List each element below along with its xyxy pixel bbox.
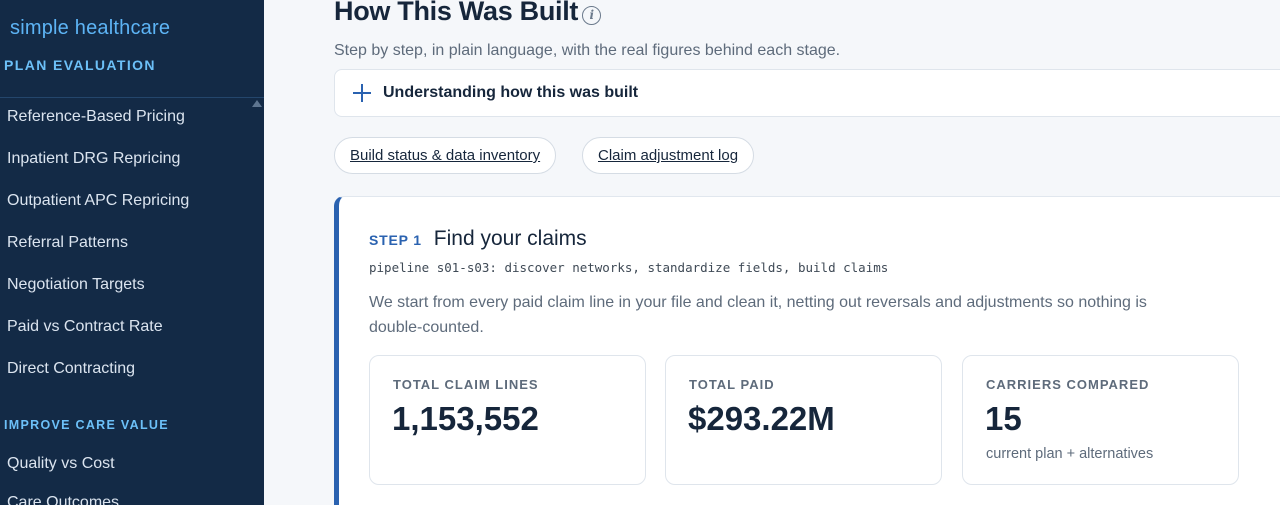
brand-logo[interactable]: simple healthcare [10,17,170,40]
step-number: STEP 1 [369,232,422,248]
sidebar-item-negotiation-targets[interactable]: Negotiation Targets [7,276,145,294]
step-title: Find your claims [433,227,587,250]
stat-value: 15 [985,400,1022,437]
claim-adjustment-log-link[interactable]: Claim adjustment log [582,137,755,174]
accordion-label[interactable]: Understanding how this was built [383,84,638,102]
sidebar-item-inpatient-drg-repricing[interactable]: Inpatient DRG Repricing [7,150,180,168]
sidebar-item-care-outcomes[interactable]: Care Outcomes [7,494,119,505]
sidebar-divider [0,97,264,98]
stat-note: current plan + alternatives [986,446,1154,462]
stat-value: $293.22M [688,400,835,437]
page-title-text: How This Was Built [334,0,579,26]
sidebar-item-referral-patterns[interactable]: Referral Patterns [7,234,128,252]
understanding-accordion[interactable]: Understanding how this was built [334,69,1280,117]
step-header: STEP 1 Find your claims [369,227,587,251]
pipeline-code: pipeline s01-s03: discover networks, sta… [369,260,889,275]
stat-card-carriers-compared: CARRIERS COMPARED 15 current plan + alte… [962,355,1239,485]
step-description: We start from every paid claim line in y… [369,294,1147,336]
stat-card-total-claim-lines: TOTAL CLAIM LINES 1,153,552 [369,355,646,485]
stat-label: TOTAL PAID [689,377,775,392]
main-content: How This Was Built Step by step, in plai… [264,0,1280,505]
sidebar-item-outpatient-apc-repricing[interactable]: Outpatient APC Repricing [7,192,189,210]
sidebar-item-reference-based-pricing[interactable]: Reference-Based Pricing [7,108,185,126]
plus-icon[interactable] [353,84,371,102]
scroll-up-icon[interactable] [252,100,262,107]
section-label-plan-evaluation: PLAN EVALUATION [4,57,156,73]
step-card: STEP 1 Find your claims pipeline s01-s03… [334,196,1280,505]
info-icon[interactable] [582,6,602,25]
sidebar: simple healthcare PLAN EVALUATION Refere… [0,0,264,505]
page-subtitle: Step by step, in plain language, with th… [334,42,841,59]
sidebar-item-quality-vs-cost[interactable]: Quality vs Cost [7,455,115,473]
sidebar-item-paid-vs-contract-rate[interactable]: Paid vs Contract Rate [7,318,163,336]
stat-label: TOTAL CLAIM LINES [393,377,539,392]
stat-card-total-paid: TOTAL PAID $293.22M [665,355,942,485]
page-title: How This Was Built [334,0,602,27]
sidebar-item-direct-contracting[interactable]: Direct Contracting [7,360,135,378]
section-label-improve-care-value: IMPROVE CARE VALUE [4,418,169,432]
stat-value: 1,153,552 [392,400,539,437]
stat-label: CARRIERS COMPARED [986,377,1150,392]
build-status-link[interactable]: Build status & data inventory [334,137,557,174]
